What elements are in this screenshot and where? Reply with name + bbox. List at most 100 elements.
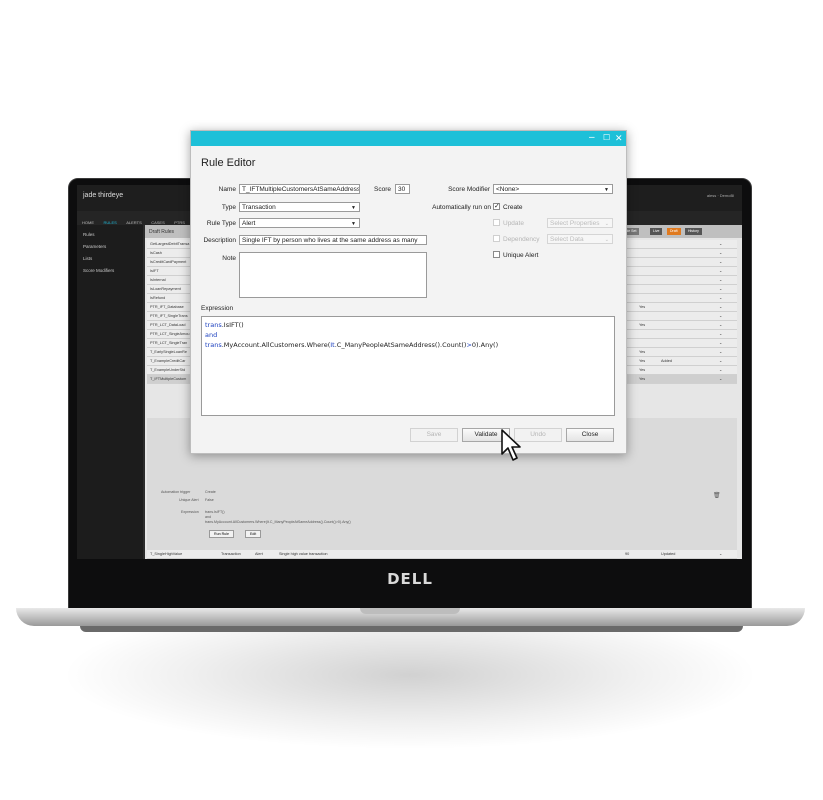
chevron-down-icon[interactable]: ⌄	[719, 240, 722, 248]
row-flag: Yes	[639, 359, 646, 363]
chevron-down-icon[interactable]: ⌄	[719, 375, 722, 383]
row-flag: Yes	[639, 377, 646, 381]
unique-value: False	[205, 498, 214, 502]
sidebar-item-lists[interactable]: Lists	[83, 256, 143, 261]
user-info[interactable]: aless · DemoBl	[707, 193, 734, 198]
chevron-down-icon: ▼	[351, 205, 356, 211]
dependency-select[interactable]: Select Data ⌄	[547, 234, 613, 244]
sidebar-item-parameters[interactable]: Parameters	[83, 244, 143, 249]
table-row[interactable]: T_SingleHighValue Transaction Alert Single …	[147, 550, 737, 559]
row-flag: Yes	[639, 350, 646, 354]
detail-expression-line1: trans.IsIFT()	[205, 510, 225, 514]
minimize-icon[interactable]: –	[589, 132, 595, 144]
row-rule-type: Alert	[255, 552, 263, 556]
detail-expression-line2: and	[205, 515, 211, 519]
row-status: Added	[661, 359, 672, 363]
row-status: Updated	[661, 552, 676, 556]
expression-editor[interactable]: trans.IsIFT() and trans.MyAccount.AllCus…	[201, 316, 615, 416]
app-sidebar: Rules Parameters Lists Score Modifiers	[77, 225, 143, 559]
dependency-placeholder: Select Data	[550, 236, 584, 243]
chevron-down-icon[interactable]: ⌄	[719, 348, 722, 356]
row-name: T_ExampleCreditCar	[150, 359, 186, 363]
row-flag: Yes	[639, 305, 646, 309]
chevron-down-icon: ▼	[604, 187, 609, 193]
expr-token: .C_ManyPeopleAtSameAddress().Count()	[334, 341, 467, 349]
laptop-brand-logo: DELL	[387, 570, 433, 588]
row-name: T_ExampleUnderStd	[150, 368, 186, 372]
close-button[interactable]: Close	[566, 428, 614, 442]
note-textarea[interactable]	[239, 252, 427, 298]
unique-alert-checkbox[interactable]	[493, 251, 500, 258]
description-input[interactable]: Single IFT by person who lives at the sa…	[239, 235, 427, 245]
draft-toggle[interactable]: Draft	[667, 228, 681, 235]
chevron-down-icon[interactable]: ⌄	[719, 267, 722, 275]
dialog-titlebar: – ☐ ✕	[191, 131, 626, 146]
chevron-down-icon[interactable]: ⌄	[719, 339, 722, 347]
close-icon[interactable]: ✕	[615, 132, 623, 144]
chevron-down-icon[interactable]: ⌄	[719, 550, 722, 558]
row-type: Transaction	[221, 552, 241, 556]
rule-type-select[interactable]: Alert ▼	[239, 218, 360, 228]
maximize-icon[interactable]: ☐	[603, 132, 610, 144]
save-button[interactable]: Save	[410, 428, 458, 442]
laptop-base-lip	[360, 608, 460, 614]
row-name: PTR_LCT_DataLoad	[150, 323, 186, 327]
detail-expression-label: Expression	[181, 510, 199, 514]
update-properties-select[interactable]: Select Properties ⌄	[547, 218, 613, 228]
update-checkbox[interactable]	[493, 219, 500, 226]
row-name: T_IFTMultipleCustom	[150, 377, 187, 381]
row-name: PTR_LCT_SingleAmou	[150, 332, 190, 336]
chevron-down-icon[interactable]: ⌄	[719, 321, 722, 329]
score-input[interactable]: 30	[395, 184, 410, 194]
history-toggle[interactable]: History	[685, 228, 702, 235]
chevron-down-icon[interactable]: ⌄	[719, 330, 722, 338]
live-toggle[interactable]: Live	[650, 228, 663, 235]
score-modifier-label: Score Modifier	[448, 186, 490, 193]
expr-token: .IsIFT()	[221, 321, 244, 329]
row-name: IsCash	[150, 251, 162, 255]
row-flag: Yes	[639, 323, 646, 327]
chevron-down-icon: ⌄	[604, 237, 609, 243]
rule-type-value: Alert	[242, 220, 256, 227]
run-rule-button[interactable]: Run Rule	[209, 530, 234, 538]
chevron-down-icon[interactable]: ⌄	[719, 312, 722, 320]
sidebar-item-rules[interactable]: Rules	[83, 232, 143, 237]
delete-icon[interactable]: 🗑	[713, 492, 721, 499]
row-name: PTR_LCT_SingleTran	[150, 341, 188, 345]
expr-token: trans	[205, 321, 222, 329]
note-label: Note	[222, 255, 236, 262]
name-label: Name	[218, 186, 236, 193]
expression-line-2: and	[205, 330, 611, 340]
chevron-down-icon[interactable]: ⌄	[719, 258, 722, 266]
row-flag: Yes	[639, 368, 646, 372]
chevron-down-icon[interactable]: ⌄	[719, 366, 722, 374]
row-description: Single high value transaction	[279, 552, 328, 556]
chevron-down-icon[interactable]: ⌄	[719, 357, 722, 365]
automation-value: Create	[205, 490, 216, 494]
score-modifier-select[interactable]: <None> ▼	[493, 184, 613, 194]
chevron-down-icon: ⌄	[604, 221, 609, 227]
row-name: IsInternal	[150, 278, 166, 282]
auto-run-label: Automatically run on	[432, 204, 491, 211]
chevron-down-icon[interactable]: ⌄	[719, 276, 722, 284]
type-label: Type	[221, 204, 236, 211]
update-label: Update	[503, 220, 524, 227]
chevron-down-icon[interactable]: ⌄	[719, 294, 722, 302]
row-name: IsCreditCardPayment	[150, 260, 187, 264]
row-name: IsLoanRepayment	[150, 287, 181, 291]
app-logo: jade thirdeye	[83, 192, 124, 199]
score-label: Score	[374, 186, 391, 193]
dependency-label: Dependency	[503, 236, 540, 243]
dependency-checkbox[interactable]	[493, 235, 500, 242]
name-input[interactable]: T_IFTMultipleCustomersAtSameAddress	[239, 184, 360, 194]
sidebar-item-score-modifiers[interactable]: Score Modifiers	[83, 268, 143, 273]
expr-token: .MyAccount.AllCustomers.Where(	[221, 341, 331, 349]
create-checkbox[interactable]: ✓	[493, 203, 500, 210]
chevron-down-icon[interactable]: ⌄	[719, 303, 722, 311]
rules-list-title: Draft Rules	[149, 229, 175, 235]
chevron-down-icon[interactable]: ⌄	[719, 249, 722, 257]
automation-label: Automation trigger	[161, 490, 191, 494]
chevron-down-icon[interactable]: ⌄	[719, 285, 722, 293]
type-select[interactable]: Transaction ▼	[239, 202, 360, 212]
edit-button[interactable]: Edit	[245, 530, 262, 538]
